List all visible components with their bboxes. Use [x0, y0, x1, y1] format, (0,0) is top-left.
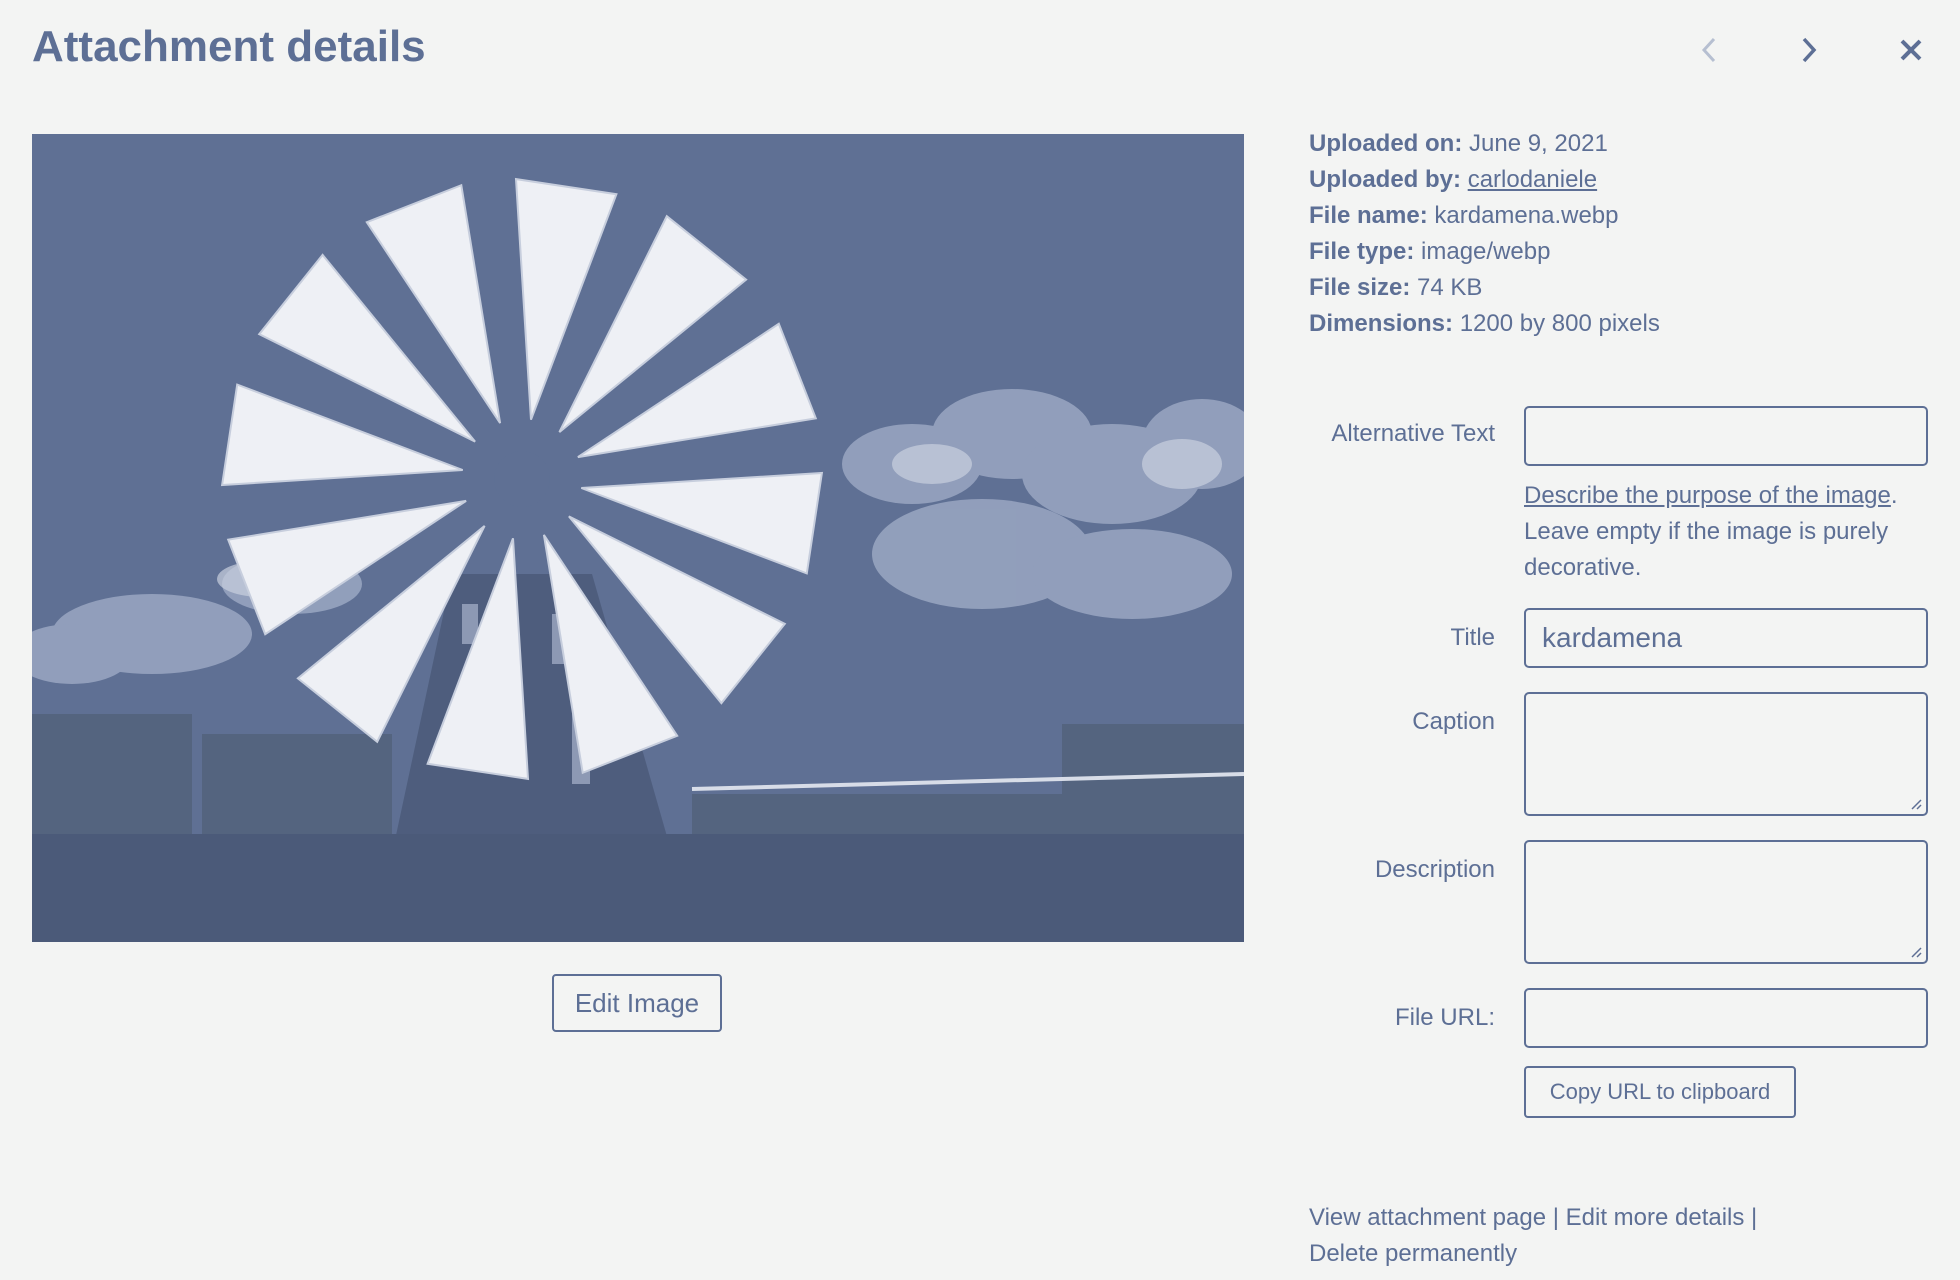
separator: | [1546, 1204, 1566, 1231]
chevron-right-icon [1802, 37, 1817, 63]
close-icon [1900, 39, 1922, 61]
dimensions-value: 1200 by 800 pixels [1459, 310, 1660, 337]
description-textarea[interactable] [1524, 840, 1928, 964]
file-name-value: kardamena.webp [1434, 202, 1619, 229]
alt-text-input[interactable] [1524, 406, 1928, 466]
attachment-actions: View attachment page | Edit more details… [1309, 1200, 1869, 1272]
uploaded-by-row: Uploaded by: carlodaniele [1309, 166, 1598, 193]
chevron-left-icon [1701, 37, 1716, 63]
delete-permanently-link[interactable]: Delete permanently [1309, 1240, 1517, 1267]
file-size-value: 74 KB [1417, 274, 1483, 301]
view-attachment-link[interactable]: View attachment page [1309, 1204, 1546, 1231]
description-label: Description [1374, 856, 1495, 883]
title-input[interactable] [1524, 608, 1928, 668]
alt-text-label: Alternative Text [1331, 420, 1495, 447]
edit-more-details-link[interactable]: Edit more details [1566, 1204, 1745, 1231]
file-type-row: File type: image/webp [1309, 238, 1551, 265]
resize-handle-icon[interactable] [1910, 798, 1922, 810]
file-name-row: File name: kardamena.webp [1309, 202, 1619, 229]
describe-purpose-link[interactable]: Describe the purpose of the image [1524, 482, 1891, 509]
file-metadata: Uploaded on: June 9, 2021 Uploaded by: c… [1309, 126, 1660, 342]
edit-image-button[interactable]: Edit Image [552, 974, 722, 1032]
uploaded-on-value: June 9, 2021 [1469, 130, 1608, 157]
dimensions-row: Dimensions: 1200 by 800 pixels [1309, 310, 1660, 337]
file-url-label: File URL: [1394, 1004, 1495, 1031]
copy-url-button[interactable]: Copy URL to clipboard [1524, 1066, 1796, 1118]
attachment-image [32, 134, 1244, 942]
close-button[interactable] [1886, 25, 1936, 75]
uploader-link[interactable]: carlodaniele [1468, 166, 1597, 193]
file-url-input[interactable] [1524, 988, 1928, 1048]
separator: | [1744, 1204, 1758, 1231]
file-size-row: File size: 74 KB [1309, 274, 1483, 301]
title-label: Title [1450, 624, 1495, 651]
page-title: Attachment details [32, 22, 426, 71]
uploaded-on-row: Uploaded on: June 9, 2021 [1309, 130, 1608, 157]
resize-handle-icon[interactable] [1910, 946, 1922, 958]
alt-text-help: Describe the purpose of the image. Leave… [1524, 478, 1934, 586]
previous-button[interactable] [1684, 25, 1734, 75]
file-type-value: image/webp [1421, 238, 1551, 265]
next-button[interactable] [1784, 25, 1834, 75]
caption-textarea[interactable] [1524, 692, 1928, 816]
caption-label: Caption [1412, 708, 1495, 735]
